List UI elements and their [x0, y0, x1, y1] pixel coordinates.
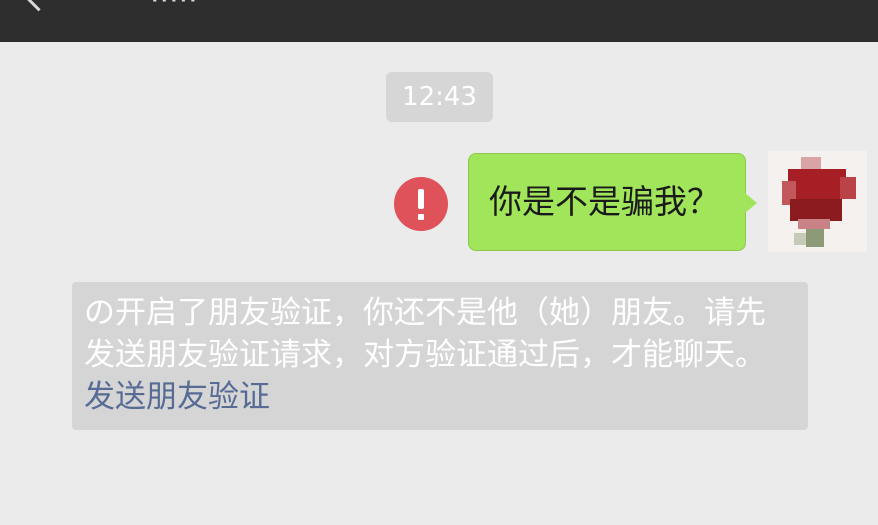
exclamation-circle-icon[interactable] — [394, 177, 448, 231]
message-timestamp: 12:43 — [386, 72, 493, 122]
bubble-tail — [745, 193, 757, 213]
chat-area: 12:43 你是不是骗我？ の开启了朋友验证，你还不是他（她）朋友。请先发送朋友… — [0, 42, 878, 525]
system-notice-line1: の开启了朋友验证，你还不是他（她）朋友。 — [84, 295, 704, 331]
system-notice-line3: 能聊天。 — [642, 337, 766, 373]
send-friend-request-link[interactable]: 发送朋友验证 — [84, 379, 270, 415]
back-arrow-icon[interactable] — [23, 0, 54, 12]
top-bar: ····· — [0, 0, 878, 42]
system-notice: の开启了朋友验证，你还不是他（她）朋友。请先发送朋友验证请求，对方验证通过后，才… — [72, 282, 808, 430]
message-text: 你是不是骗我？ — [489, 182, 720, 221]
avatar[interactable] — [768, 151, 867, 252]
outgoing-message-bubble[interactable]: 你是不是骗我？ — [468, 153, 746, 251]
chat-title: ····· — [150, 0, 198, 18]
system-notice-text: の开启了朋友验证，你还不是他（她）朋友。请先发送朋友验证请求，对方验证通过后，才… — [84, 292, 794, 418]
